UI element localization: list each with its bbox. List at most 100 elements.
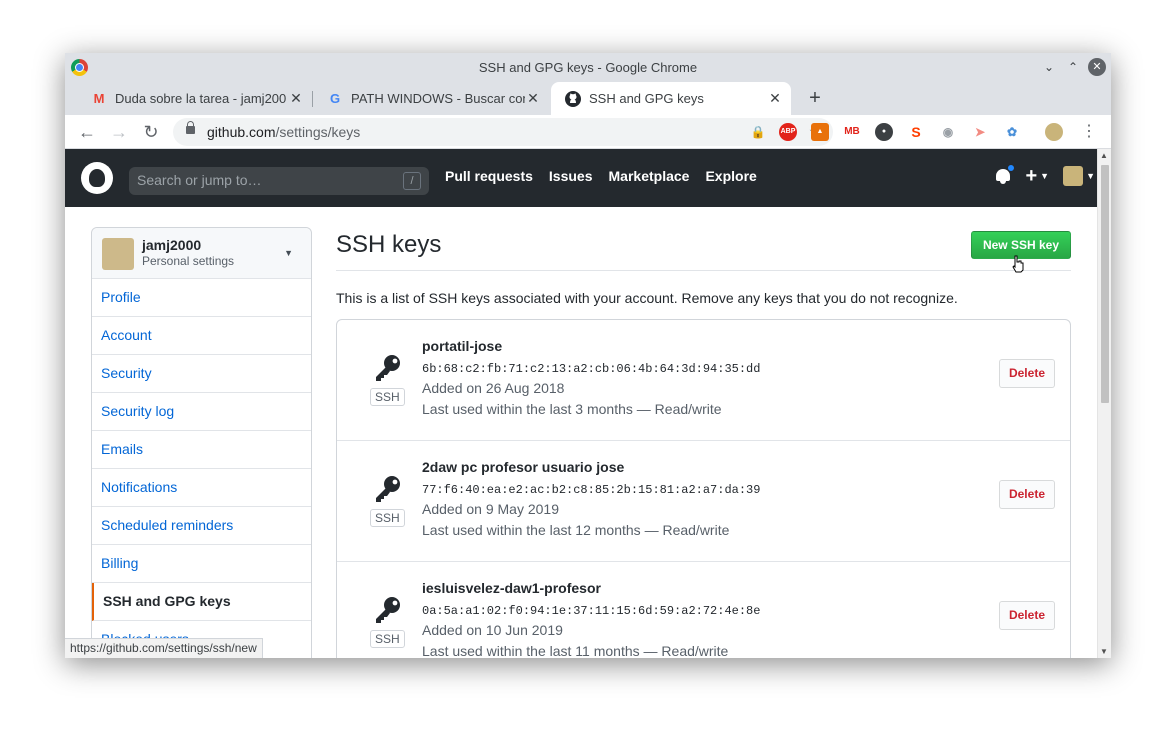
ssh-badge: SSH	[370, 509, 405, 527]
lock-icon	[186, 121, 195, 134]
tab-title: PATH WINDOWS - Buscar con	[351, 91, 525, 106]
sidebar-item-notifications[interactable]: Notifications	[92, 469, 311, 507]
scrollbar-thumb[interactable]	[1101, 165, 1109, 403]
camera-extension-icon[interactable]: ◉	[939, 123, 957, 141]
tab-title: Duda sobre la tarea - jamj200	[115, 91, 287, 106]
username: jamj2000	[142, 237, 202, 253]
header-actions: + ▼ ▼	[995, 164, 1095, 187]
adblock-icon[interactable]: ABP	[779, 123, 797, 141]
mb-extension-icon[interactable]: MB	[843, 123, 861, 141]
ssh-badge: SSH	[370, 388, 405, 406]
page-title: SSH keys	[336, 227, 1071, 271]
address-bar[interactable]: github.com/settings/keys ☆	[173, 118, 833, 146]
ssh-keys-list: SSH portatil-jose 6b:68:c2:fb:71:c2:13:a…	[336, 319, 1071, 658]
intro-text: This is a list of SSH keys associated wi…	[336, 290, 958, 306]
sidebar-item-security[interactable]: Security	[92, 355, 311, 393]
sidebar-user-header[interactable]: jamj2000 Personal settings ▼	[92, 228, 311, 279]
menu-kebab-icon[interactable]: ⋮	[1081, 121, 1097, 141]
delete-key-button[interactable]: Delete	[998, 480, 1055, 509]
scroll-up-arrow-icon[interactable]: ▲	[1100, 151, 1108, 160]
page-scrollbar[interactable]: ▲ ▼	[1097, 149, 1111, 658]
key-fingerprint: 0a:5a:a1:02:f0:94:1e:37:11:15:6d:59:a2:7…	[422, 604, 761, 618]
google-icon: G	[329, 91, 341, 106]
notifications-bell-icon[interactable]	[995, 164, 1016, 185]
url-host: github.com	[207, 124, 276, 140]
url-path: /settings/keys	[275, 124, 361, 140]
close-tab-icon[interactable]: ✕	[525, 90, 541, 107]
bell-clapper	[1000, 181, 1007, 184]
sidebar-item-profile[interactable]: Profile	[92, 279, 311, 317]
sidebar-item-emails[interactable]: Emails	[92, 431, 311, 469]
user-menu[interactable]: ▼	[1063, 166, 1095, 186]
ssh-key-row: SSH 2daw pc profesor usuario jose 77:f6:…	[337, 441, 1070, 562]
sidebar-item-ssh-gpg-keys[interactable]: SSH and GPG keys	[92, 583, 311, 621]
title-bar: SSH and GPG keys - Google Chrome ⌄ ⌃ ✕	[65, 53, 1111, 82]
key-added-date: Added on 10 Jun 2019	[422, 622, 563, 638]
sidebar-item-billing[interactable]: Billing	[92, 545, 311, 583]
link-status-bar: https://github.com/settings/ssh/new	[65, 638, 263, 658]
settings-sidebar: jamj2000 Personal settings ▼ Profile Acc…	[91, 227, 312, 658]
tab-title: SSH and GPG keys	[589, 91, 704, 106]
tab-gmail[interactable]: M Duda sobre la tarea - jamj200 ✕	[77, 82, 312, 115]
close-tab-icon[interactable]: ✕	[767, 90, 783, 107]
delete-key-button[interactable]: Delete	[998, 601, 1055, 630]
plus-icon: +	[1025, 165, 1038, 187]
cast-extension-icon[interactable]: ➤	[971, 123, 989, 141]
key-added-date: Added on 26 Aug 2018	[422, 380, 565, 396]
window-title: SSH and GPG keys - Google Chrome	[478, 60, 698, 75]
maximize-icon[interactable]: ⌃	[1064, 58, 1082, 76]
github-logo-icon[interactable]	[81, 162, 113, 194]
key-last-used: Last used within the last 12 months — Re…	[422, 522, 730, 538]
browser-toolbar: ← → ↻ github.com/settings/keys ☆ 🔒 ABP ▲…	[65, 115, 1111, 149]
forward-icon[interactable]: →	[109, 122, 129, 142]
back-icon[interactable]: ←	[77, 122, 97, 142]
key-title: portatil-jose	[422, 338, 503, 354]
minimize-icon[interactable]: ⌄	[1040, 58, 1058, 76]
ssh-badge: SSH	[370, 630, 405, 648]
search-placeholder: Search or jump to…	[137, 172, 262, 188]
sidebar-item-scheduled-reminders[interactable]: Scheduled reminders	[92, 507, 311, 545]
key-title: iesluisvelez-daw1-profesor	[422, 580, 601, 596]
unread-dot	[1007, 164, 1016, 172]
lock-extension-icon[interactable]: 🔒	[749, 123, 767, 141]
caret-down-icon: ▼	[1086, 171, 1095, 181]
header-nav: Pull requests Issues Marketplace Explore	[445, 168, 757, 184]
hand-pointer-cursor-icon	[1012, 255, 1024, 273]
avatar	[102, 238, 134, 270]
delete-key-button[interactable]: Delete	[998, 359, 1055, 388]
key-icon	[376, 355, 400, 381]
feather-extension-icon[interactable]: ✿	[1003, 123, 1021, 141]
close-tab-icon[interactable]: ✕	[288, 90, 304, 107]
scroll-down-arrow-icon[interactable]: ▼	[1100, 647, 1108, 656]
profile-avatar-icon[interactable]	[1045, 123, 1063, 141]
new-tab-icon[interactable]: +	[803, 87, 827, 110]
page-viewport: Search or jump to… / Pull requests Issue…	[65, 149, 1111, 658]
sidebar-item-account[interactable]: Account	[92, 317, 311, 355]
tab-ssh-keys[interactable]: SSH and GPG keys ✕	[551, 82, 791, 115]
svelte-extension-icon[interactable]: S	[907, 123, 925, 141]
reload-icon[interactable]: ↻	[141, 122, 161, 142]
avatar	[1063, 166, 1084, 186]
lighthouse-extension-icon[interactable]: ▲	[811, 123, 829, 141]
key-last-used: Last used within the last 3 months — Rea…	[422, 401, 722, 417]
context-subtitle: Personal settings	[142, 254, 235, 268]
key-icon	[376, 476, 400, 502]
key-icon	[376, 597, 400, 623]
people-extension-icon[interactable]: ●	[875, 123, 893, 141]
nav-explore[interactable]: Explore	[705, 168, 756, 184]
nav-marketplace[interactable]: Marketplace	[609, 168, 690, 184]
search-input[interactable]: Search or jump to… /	[129, 167, 429, 195]
browser-window: SSH and GPG keys - Google Chrome ⌄ ⌃ ✕ M…	[65, 53, 1111, 658]
tab-google-search[interactable]: G PATH WINDOWS - Buscar con ✕	[313, 82, 549, 115]
close-window-icon[interactable]: ✕	[1088, 58, 1106, 76]
gmail-icon: M	[93, 91, 105, 106]
nav-issues[interactable]: Issues	[549, 168, 593, 184]
ssh-key-row: SSH iesluisvelez-daw1-profesor 0a:5a:a1:…	[337, 562, 1070, 658]
caret-down-icon[interactable]: ▼	[284, 248, 293, 258]
sidebar-item-security-log[interactable]: Security log	[92, 393, 311, 431]
search-hotkey: /	[403, 172, 421, 190]
create-new-menu[interactable]: + ▼	[1025, 165, 1049, 187]
nav-pull-requests[interactable]: Pull requests	[445, 168, 533, 184]
key-added-date: Added on 9 May 2019	[422, 501, 559, 517]
ssh-key-row: SSH portatil-jose 6b:68:c2:fb:71:c2:13:a…	[337, 320, 1070, 441]
